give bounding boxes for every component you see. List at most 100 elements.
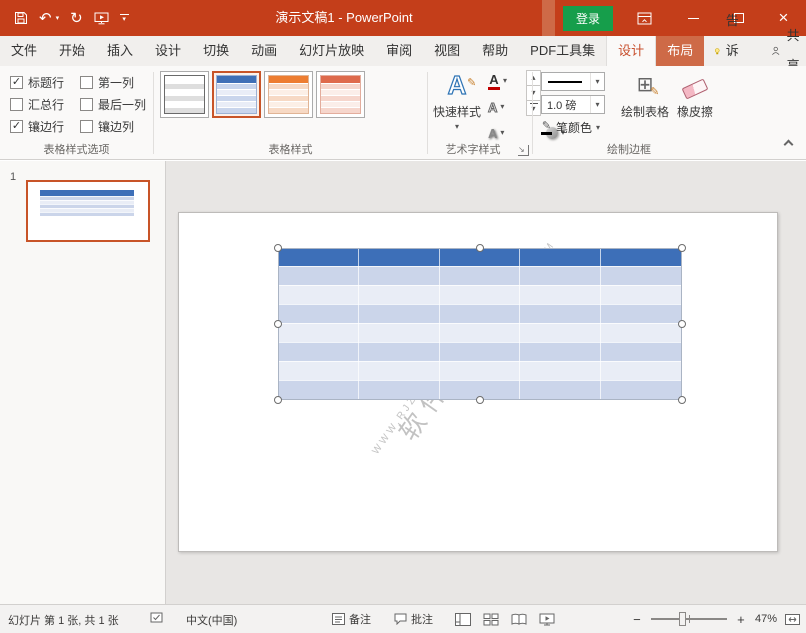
resize-handle[interactable]: [678, 244, 686, 252]
slide-number: 1: [10, 171, 16, 183]
resize-handle[interactable]: [274, 244, 282, 252]
tab-slideshow[interactable]: 幻灯片放映: [288, 36, 375, 66]
checkbox-banded-columns[interactable]: 镶边列: [80, 118, 134, 135]
tab-pdf-tools[interactable]: PDF工具集: [519, 36, 606, 66]
table-style-thumbnail-plain-grid[interactable]: [160, 71, 209, 118]
chevron-down-icon: ▾: [455, 123, 459, 131]
table-style-thumbnail-medium-red[interactable]: [316, 71, 365, 118]
login-button[interactable]: 登录: [563, 6, 613, 31]
slide-thumbnail[interactable]: [26, 180, 150, 242]
save-button[interactable]: [14, 11, 28, 25]
pen-style-dropdown[interactable]: ▾: [590, 73, 604, 90]
slide-canvas[interactable]: WWW.RJZXW.COM 软件自学网 WWW.RJZXW.COM: [178, 212, 778, 552]
checkbox-label: 汇总行: [28, 96, 64, 113]
table-style-thumbnail-medium-orange[interactable]: [264, 71, 313, 118]
reading-view-button[interactable]: [506, 608, 531, 630]
tab-table-design[interactable]: 设计: [606, 36, 656, 66]
zoom-slider-thumb[interactable]: [679, 612, 686, 626]
view-switcher: [450, 608, 559, 630]
tell-me-button[interactable]: 告诉我: [704, 36, 755, 66]
tab-design[interactable]: 设计: [144, 36, 192, 66]
pen-style-combo[interactable]: ▾: [541, 72, 605, 91]
tab-help[interactable]: 帮助: [471, 36, 519, 66]
tab-review[interactable]: 审阅: [375, 36, 423, 66]
pencil-icon: ✎: [650, 85, 659, 98]
lightbulb-icon: [714, 44, 721, 59]
checkbox-total-row[interactable]: 汇总行: [10, 96, 64, 113]
start-slideshow-button[interactable]: [94, 12, 109, 25]
repeat-button[interactable]: ↻: [70, 11, 83, 26]
normal-view-button[interactable]: [450, 608, 475, 630]
undo-button[interactable]: ↶: [39, 11, 52, 26]
checkbox-icon: ✓: [10, 120, 23, 133]
tab-view[interactable]: 视图: [423, 36, 471, 66]
slide-sorter-view-button[interactable]: [478, 608, 503, 630]
resize-handle[interactable]: [678, 396, 686, 404]
spell-check-button[interactable]: [150, 611, 163, 624]
draw-table-button[interactable]: ⊞ ✎ 绘制表格: [621, 70, 669, 152]
tab-home[interactable]: 开始: [48, 36, 96, 66]
language-button[interactable]: 中文(中国): [186, 612, 237, 628]
checkbox-icon: [80, 98, 93, 111]
text-effects-icon: A: [488, 127, 497, 140]
chevron-down-icon: ▾: [500, 103, 504, 111]
pen-color-icon: ✎: [541, 121, 552, 135]
chevron-down-icon: ▾: [122, 17, 126, 22]
slideshow-view-button[interactable]: [534, 608, 559, 630]
resize-handle[interactable]: [274, 320, 282, 328]
text-outline-button[interactable]: A ▾: [488, 96, 507, 118]
share-button[interactable]: 共享: [755, 36, 806, 66]
pen-color-button[interactable]: ✎ 笔颜色 ▾: [541, 119, 600, 136]
zoom-percentage[interactable]: 47%: [755, 613, 777, 625]
eraser-icon: [682, 78, 709, 99]
wordart-dialog-launcher[interactable]: ↘: [518, 145, 529, 156]
tab-insert[interactable]: 插入: [96, 36, 144, 66]
pen-weight-dropdown[interactable]: ▾: [590, 96, 604, 113]
ribbon-display-options-button[interactable]: [631, 0, 657, 36]
resize-handle[interactable]: [678, 320, 686, 328]
notes-button[interactable]: 备注: [332, 611, 371, 627]
tab-transitions[interactable]: 切换: [192, 36, 240, 66]
checkbox-last-column[interactable]: 最后一列: [80, 96, 146, 113]
draw-table-icon: ⊞ ✎: [637, 70, 654, 100]
checkbox-header-row[interactable]: ✓ 标题行: [10, 74, 64, 91]
collapse-ribbon-button[interactable]: [785, 141, 794, 150]
slide-sorter-icon: [483, 613, 499, 626]
table-style-thumbnail-medium-blue[interactable]: [212, 71, 261, 118]
text-fill-icon: A: [488, 73, 500, 90]
undo-icon: ↶: [39, 11, 52, 26]
checkbox-label: 标题行: [28, 74, 64, 91]
customize-qat-button[interactable]: ▾: [120, 14, 129, 22]
checkbox-banded-rows[interactable]: ✓ 镶边行: [10, 118, 64, 135]
zoom-out-button[interactable]: −: [631, 612, 643, 627]
tab-table-layout[interactable]: 布局: [656, 36, 704, 66]
undo-dropdown-arrow[interactable]: ▾: [56, 14, 60, 22]
tab-animations[interactable]: 动画: [240, 36, 288, 66]
color-swatch: [488, 87, 500, 90]
checkbox-icon: ✓: [10, 76, 23, 89]
minimize-button[interactable]: [671, 0, 716, 36]
chevron-down-icon: ▾: [596, 124, 600, 132]
repeat-icon: ↻: [70, 11, 83, 26]
checkbox-label: 最后一列: [98, 96, 146, 113]
fit-to-window-icon[interactable]: [785, 614, 800, 625]
resize-handle[interactable]: [476, 396, 484, 404]
resize-handle[interactable]: [476, 244, 484, 252]
text-fill-button[interactable]: A ▾: [488, 70, 507, 92]
resize-handle[interactable]: [274, 396, 282, 404]
tab-file[interactable]: 文件: [0, 36, 48, 66]
group-wordart-styles: A✎ 快速样式 ▾ A ▾ A ▾ A ▾ ↘ 艺术字样式: [428, 66, 532, 160]
pen-color-label: 笔颜色: [556, 119, 592, 136]
table-style-gallery: [160, 71, 365, 118]
selected-table[interactable]: [279, 249, 681, 399]
zoom-in-button[interactable]: +: [735, 612, 747, 627]
pen-weight-combo[interactable]: 1.0 磅 ▾: [541, 95, 605, 114]
group-label: 表格样式选项: [0, 141, 153, 157]
ribbon: ✓ 标题行 第一列 汇总行 最后一列 ✓ 镶边行 镶边列: [0, 66, 806, 160]
spell-check-icon: [150, 611, 163, 624]
comments-button[interactable]: 批注: [394, 611, 433, 627]
checkbox-first-column[interactable]: 第一列: [80, 74, 134, 91]
eraser-button[interactable]: 橡皮擦: [671, 70, 719, 152]
zoom-slider[interactable]: [651, 618, 727, 620]
group-label: 艺术字样式: [428, 141, 518, 157]
